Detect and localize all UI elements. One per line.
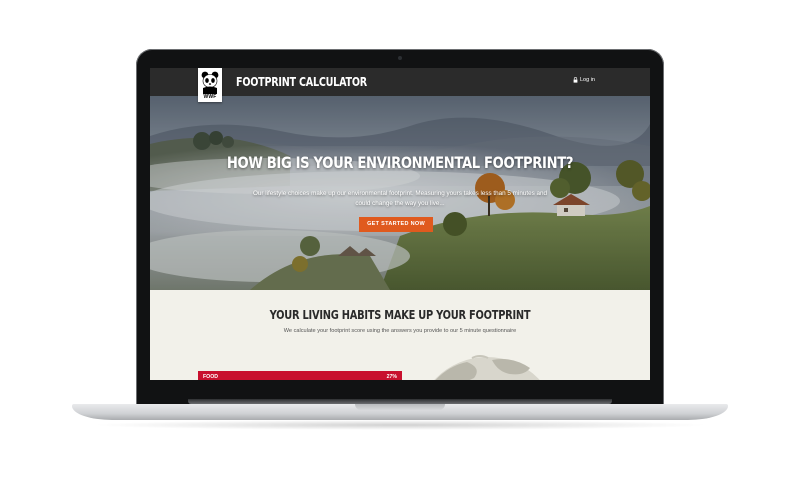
- globe-graphic: [434, 355, 540, 380]
- food-label: FOOD: [203, 373, 218, 380]
- living-habits-section: YOUR LIVING HABITS MAKE UP YOUR FOOTPRIN…: [150, 290, 650, 380]
- laptop-notch: [355, 404, 445, 410]
- app-title: FOOTPRINT CALCULATOR: [236, 75, 367, 89]
- logo-text: WWF: [203, 94, 217, 100]
- website-screen: WWF FOOTPRINT CALCULATOR Log in HOW BIG …: [150, 68, 650, 380]
- section-title: YOUR LIVING HABITS MAKE UP YOUR FOOTPRIN…: [269, 308, 531, 322]
- login-label: Log in: [580, 77, 595, 83]
- login-link[interactable]: Log in: [573, 77, 595, 83]
- get-started-button[interactable]: GET STARTED NOW: [359, 217, 433, 232]
- hero-subtitle: Our lifestyle choices make up our enviro…: [252, 190, 547, 207]
- laptop-mockup: WWF FOOTPRINT CALCULATOR Log in HOW BIG …: [0, 0, 800, 480]
- camera-dot: [398, 56, 402, 60]
- food-percentage: 27%: [386, 373, 397, 380]
- panda-icon: [201, 71, 219, 94]
- laptop-shadow: [90, 420, 710, 430]
- hero-title: HOW BIG IS YOUR ENVIRONMENTAL FOOTPRINT?: [226, 153, 574, 172]
- lock-icon: [573, 77, 578, 83]
- wwf-logo[interactable]: WWF: [198, 68, 222, 102]
- section-subtitle: We calculate your footprint score using …: [283, 328, 517, 334]
- site-header: WWF FOOTPRINT CALCULATOR Log in: [150, 68, 650, 102]
- food-category-bar[interactable]: FOOD 27%: [198, 371, 402, 380]
- hero-banner: HOW BIG IS YOUR ENVIRONMENTAL FOOTPRINT?…: [150, 96, 650, 290]
